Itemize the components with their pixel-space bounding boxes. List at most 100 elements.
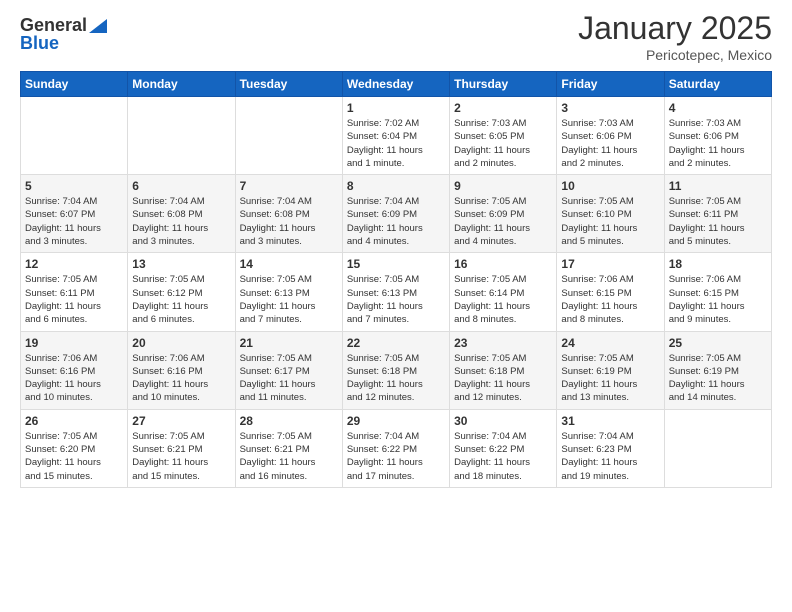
day-number: 1 — [347, 101, 445, 115]
header: General Blue January 2025 Pericotepec, M… — [20, 10, 772, 63]
calendar-header-saturday: Saturday — [664, 72, 771, 97]
day-info: Sunrise: 7:04 AMSunset: 6:22 PMDaylight:… — [347, 430, 445, 483]
day-number: 15 — [347, 257, 445, 271]
calendar-cell: 4Sunrise: 7:03 AMSunset: 6:06 PMDaylight… — [664, 97, 771, 175]
day-info: Sunrise: 7:05 AMSunset: 6:21 PMDaylight:… — [132, 430, 230, 483]
calendar-header-sunday: Sunday — [21, 72, 128, 97]
day-info: Sunrise: 7:06 AMSunset: 6:16 PMDaylight:… — [132, 352, 230, 405]
calendar-cell: 1Sunrise: 7:02 AMSunset: 6:04 PMDaylight… — [342, 97, 449, 175]
calendar-week-1: 1Sunrise: 7:02 AMSunset: 6:04 PMDaylight… — [21, 97, 772, 175]
month-title: January 2025 — [578, 10, 772, 47]
calendar-cell: 10 Sunrise: 7:05 AMSunset: 6:10 PMDayligh… — [557, 175, 664, 253]
calendar-cell: 25 Sunrise: 7:05 AMSunset: 6:19 PMDayligh… — [664, 331, 771, 409]
day-number: 16 — [454, 257, 552, 271]
day-number: 18 — [669, 257, 767, 271]
day-number: 8 — [347, 179, 445, 193]
day-info: Sunrise: 7:04 AMSunset: 6:23 PMDaylight:… — [561, 430, 659, 483]
calendar: SundayMondayTuesdayWednesdayThursdayFrid… — [20, 71, 772, 488]
calendar-cell: 13 Sunrise: 7:05 AMSunset: 6:12 PMDayligh… — [128, 253, 235, 331]
calendar-cell: 12Sunrise: 7:05 AMSunset: 6:11 PMDayligh… — [21, 253, 128, 331]
calendar-cell: 5 Sunrise: 7:04 AMSunset: 6:07 PMDaylight… — [21, 175, 128, 253]
day-number: 31 — [561, 414, 659, 428]
day-number: 28 — [240, 414, 338, 428]
day-number: 5 — [25, 179, 123, 193]
day-info: Sunrise: 7:05 AMSunset: 6:20 PMDaylight:… — [25, 430, 123, 483]
calendar-cell: 6Sunrise: 7:04 AMSunset: 6:08 PMDaylight… — [128, 175, 235, 253]
day-number: 26 — [25, 414, 123, 428]
day-number: 4 — [669, 101, 767, 115]
logo-blue-text: Blue — [20, 34, 59, 52]
day-info: Sunrise: 7:05 AMSunset: 6:19 PMDaylight:… — [561, 352, 659, 405]
day-info: Sunrise: 7:05 AMSunset: 6:12 PMDaylight:… — [132, 273, 230, 326]
calendar-cell: 29 Sunrise: 7:04 AMSunset: 6:22 PMDayligh… — [342, 409, 449, 487]
day-number: 27 — [132, 414, 230, 428]
day-info: Sunrise: 7:05 AMSunset: 6:21 PMDaylight:… — [240, 430, 338, 483]
calendar-week-2: 5 Sunrise: 7:04 AMSunset: 6:07 PMDaylight… — [21, 175, 772, 253]
day-info: Sunrise: 7:03 AMSunset: 6:06 PMDaylight:… — [561, 117, 659, 170]
calendar-header-monday: Monday — [128, 72, 235, 97]
calendar-header-wednesday: Wednesday — [342, 72, 449, 97]
day-info: Sunrise: 7:06 AMSunset: 6:15 PMDaylight:… — [669, 273, 767, 326]
day-info: Sunrise: 7:04 AMSunset: 6:09 PMDaylight:… — [347, 195, 445, 248]
calendar-cell — [235, 97, 342, 175]
day-info: Sunrise: 7:05 AMSunset: 6:14 PMDaylight:… — [454, 273, 552, 326]
day-info: Sunrise: 7:05 AMSunset: 6:13 PMDaylight:… — [240, 273, 338, 326]
day-number: 3 — [561, 101, 659, 115]
day-info: Sunrise: 7:03 AMSunset: 6:05 PMDaylight:… — [454, 117, 552, 170]
calendar-cell: 3 Sunrise: 7:03 AMSunset: 6:06 PMDaylight… — [557, 97, 664, 175]
day-number: 25 — [669, 336, 767, 350]
day-info: Sunrise: 7:05 AMSunset: 6:11 PMDaylight:… — [669, 195, 767, 248]
calendar-week-5: 26 Sunrise: 7:05 AMSunset: 6:20 PMDayligh… — [21, 409, 772, 487]
calendar-cell: 24 Sunrise: 7:05 AMSunset: 6:19 PMDayligh… — [557, 331, 664, 409]
day-info: Sunrise: 7:05 AMSunset: 6:13 PMDaylight:… — [347, 273, 445, 326]
day-info: Sunrise: 7:05 AMSunset: 6:10 PMDaylight:… — [561, 195, 659, 248]
calendar-cell: 19 Sunrise: 7:06 AMSunset: 6:16 PMDayligh… — [21, 331, 128, 409]
calendar-cell: 31 Sunrise: 7:04 AMSunset: 6:23 PMDayligh… — [557, 409, 664, 487]
day-number: 22 — [347, 336, 445, 350]
calendar-cell: 30 Sunrise: 7:04 AMSunset: 6:22 PMDayligh… — [450, 409, 557, 487]
page: General Blue January 2025 Pericotepec, M… — [0, 0, 792, 612]
day-number: 9 — [454, 179, 552, 193]
calendar-cell: 11Sunrise: 7:05 AMSunset: 6:11 PMDayligh… — [664, 175, 771, 253]
calendar-cell: 14Sunrise: 7:05 AMSunset: 6:13 PMDayligh… — [235, 253, 342, 331]
day-number: 12 — [25, 257, 123, 271]
day-info: Sunrise: 7:05 AMSunset: 6:19 PMDaylight:… — [669, 352, 767, 405]
day-number: 30 — [454, 414, 552, 428]
calendar-cell: 17Sunrise: 7:06 AMSunset: 6:15 PMDayligh… — [557, 253, 664, 331]
calendar-cell: 15 Sunrise: 7:05 AMSunset: 6:13 PMDayligh… — [342, 253, 449, 331]
calendar-cell: 26 Sunrise: 7:05 AMSunset: 6:20 PMDayligh… — [21, 409, 128, 487]
calendar-cell: 27 Sunrise: 7:05 AMSunset: 6:21 PMDayligh… — [128, 409, 235, 487]
calendar-cell: 21Sunrise: 7:05 AMSunset: 6:17 PMDayligh… — [235, 331, 342, 409]
day-number: 10 — [561, 179, 659, 193]
calendar-cell: 28 Sunrise: 7:05 AMSunset: 6:21 PMDayligh… — [235, 409, 342, 487]
day-info: Sunrise: 7:05 AMSunset: 6:17 PMDaylight:… — [240, 352, 338, 405]
logo-general-text: General — [20, 16, 87, 34]
day-number: 13 — [132, 257, 230, 271]
calendar-cell: 22Sunrise: 7:05 AMSunset: 6:18 PMDayligh… — [342, 331, 449, 409]
day-number: 24 — [561, 336, 659, 350]
calendar-cell: 20Sunrise: 7:06 AMSunset: 6:16 PMDayligh… — [128, 331, 235, 409]
title-block: January 2025 Pericotepec, Mexico — [578, 10, 772, 63]
day-number: 2 — [454, 101, 552, 115]
calendar-cell: 18 Sunrise: 7:06 AMSunset: 6:15 PMDayligh… — [664, 253, 771, 331]
calendar-cell: 23 Sunrise: 7:05 AMSunset: 6:18 PMDayligh… — [450, 331, 557, 409]
day-info: Sunrise: 7:06 AMSunset: 6:16 PMDaylight:… — [25, 352, 123, 405]
day-number: 19 — [25, 336, 123, 350]
day-info: Sunrise: 7:05 AMSunset: 6:18 PMDaylight:… — [454, 352, 552, 405]
day-number: 7 — [240, 179, 338, 193]
location: Pericotepec, Mexico — [578, 47, 772, 63]
day-number: 23 — [454, 336, 552, 350]
calendar-cell — [128, 97, 235, 175]
calendar-header-thursday: Thursday — [450, 72, 557, 97]
logo: General Blue — [20, 16, 107, 52]
day-info: Sunrise: 7:04 AMSunset: 6:07 PMDaylight:… — [25, 195, 123, 248]
day-info: Sunrise: 7:04 AMSunset: 6:22 PMDaylight:… — [454, 430, 552, 483]
calendar-cell — [21, 97, 128, 175]
day-info: Sunrise: 7:04 AMSunset: 6:08 PMDaylight:… — [240, 195, 338, 248]
calendar-header-row: SundayMondayTuesdayWednesdayThursdayFrid… — [21, 72, 772, 97]
day-info: Sunrise: 7:04 AMSunset: 6:08 PMDaylight:… — [132, 195, 230, 248]
day-number: 17 — [561, 257, 659, 271]
calendar-cell: 7 Sunrise: 7:04 AMSunset: 6:08 PMDaylight… — [235, 175, 342, 253]
calendar-cell: 16 Sunrise: 7:05 AMSunset: 6:14 PMDayligh… — [450, 253, 557, 331]
day-number: 29 — [347, 414, 445, 428]
